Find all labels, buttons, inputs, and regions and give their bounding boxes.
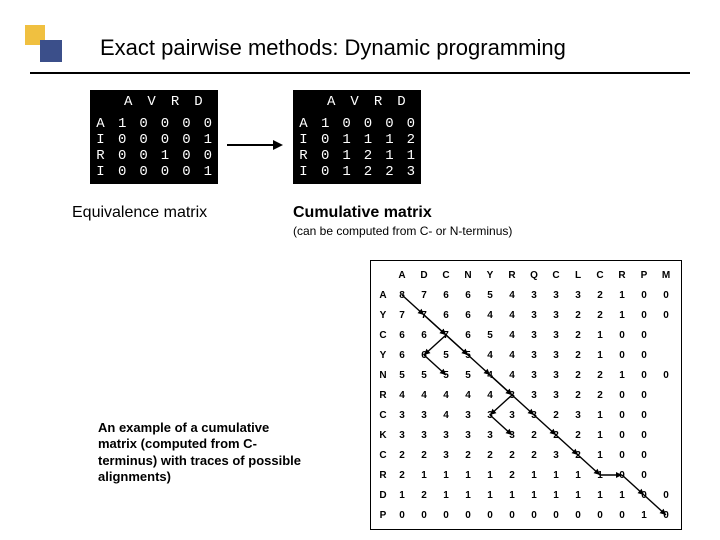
cumulative-label: Cumulative matrix: [293, 204, 432, 222]
trace-matrix: ADCNYRQCLCRPMA8766543332100Y776644332210…: [370, 260, 682, 530]
arrow-icon: [225, 135, 285, 155]
example-caption: An example of a cumulative matrix (compu…: [98, 420, 308, 485]
slide-title: Exact pairwise methods: Dynamic programm…: [100, 35, 566, 61]
cumulative-matrix: AVRDI A10000I01112R01211I01223: [293, 90, 421, 184]
cumulative-sublabel: (can be computed from C- or N-terminus): [293, 224, 512, 238]
slide-accent-icon: [25, 25, 75, 75]
equivalence-matrix: AVRDI A10000I00001R00100I00001: [90, 90, 218, 184]
equivalence-label: Equivalence matrix: [72, 204, 207, 222]
title-underline: [30, 72, 690, 74]
